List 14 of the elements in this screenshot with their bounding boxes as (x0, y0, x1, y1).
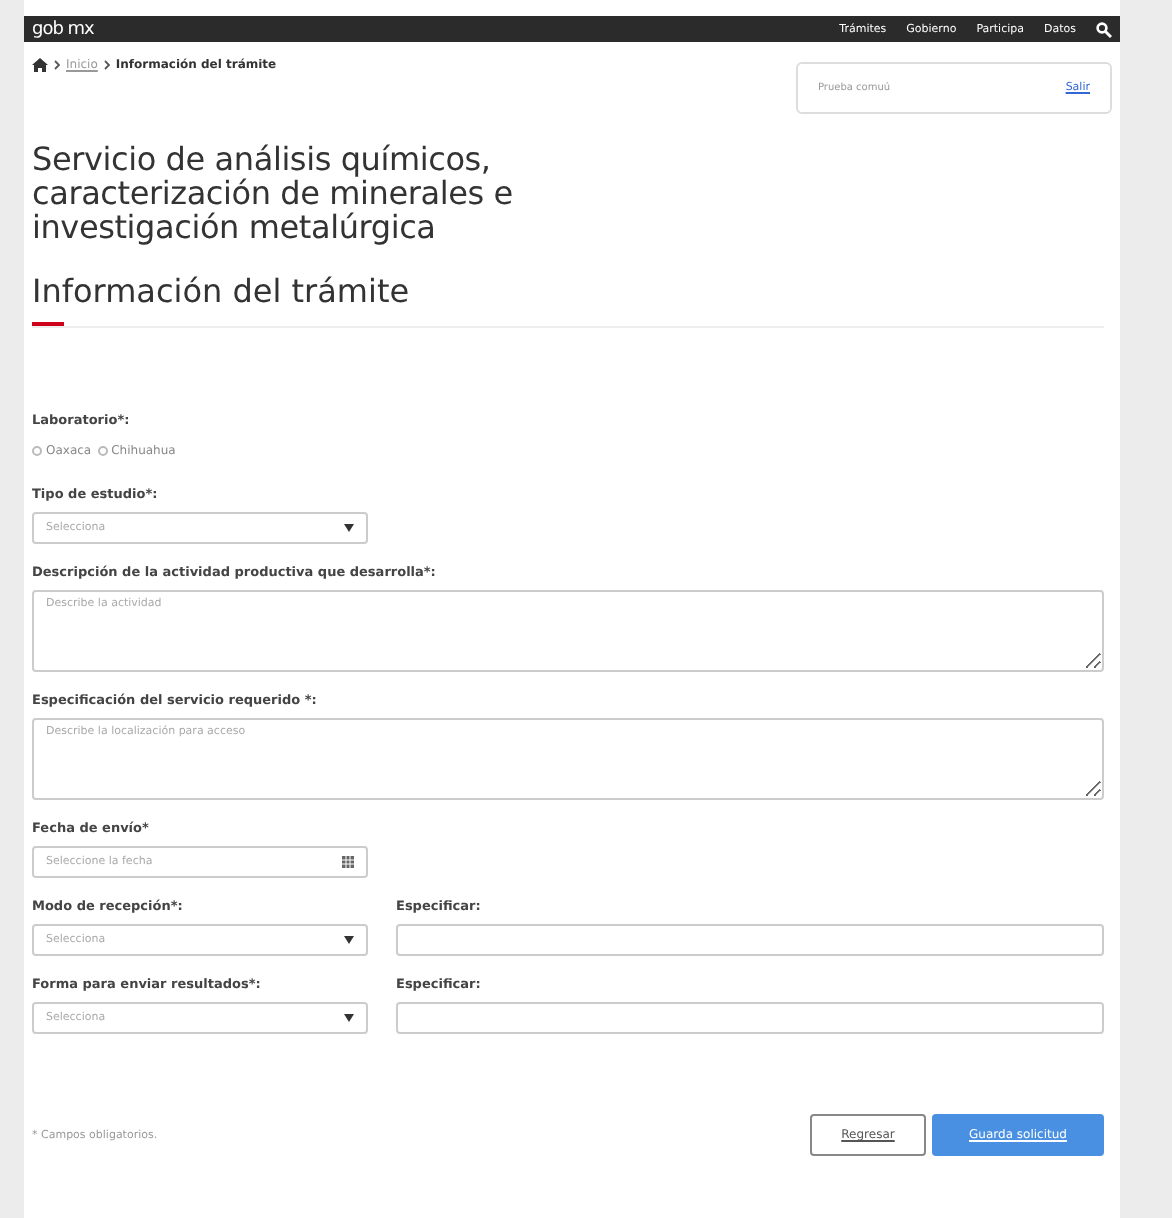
home-icon[interactable] (32, 57, 48, 71)
text-input[interactable] (396, 924, 1104, 956)
caret-down-icon (344, 524, 354, 532)
page-title: Servicio de análisis químicos, caracterización de minerales e investigación metalúrgica (32, 142, 515, 244)
section-title: Información del trámite (32, 272, 412, 310)
search-icon[interactable] (1096, 21, 1112, 37)
caret-down-icon (344, 1014, 354, 1022)
chevron-right-icon (103, 59, 110, 69)
calendar-icon (342, 856, 354, 868)
chevron-right-icon (54, 59, 60, 69)
caret-down-icon (344, 936, 354, 944)
text-input[interactable] (396, 1002, 1104, 1034)
accent-bar (32, 322, 64, 326)
site-logo[interactable]: gob mx (32, 19, 94, 39)
